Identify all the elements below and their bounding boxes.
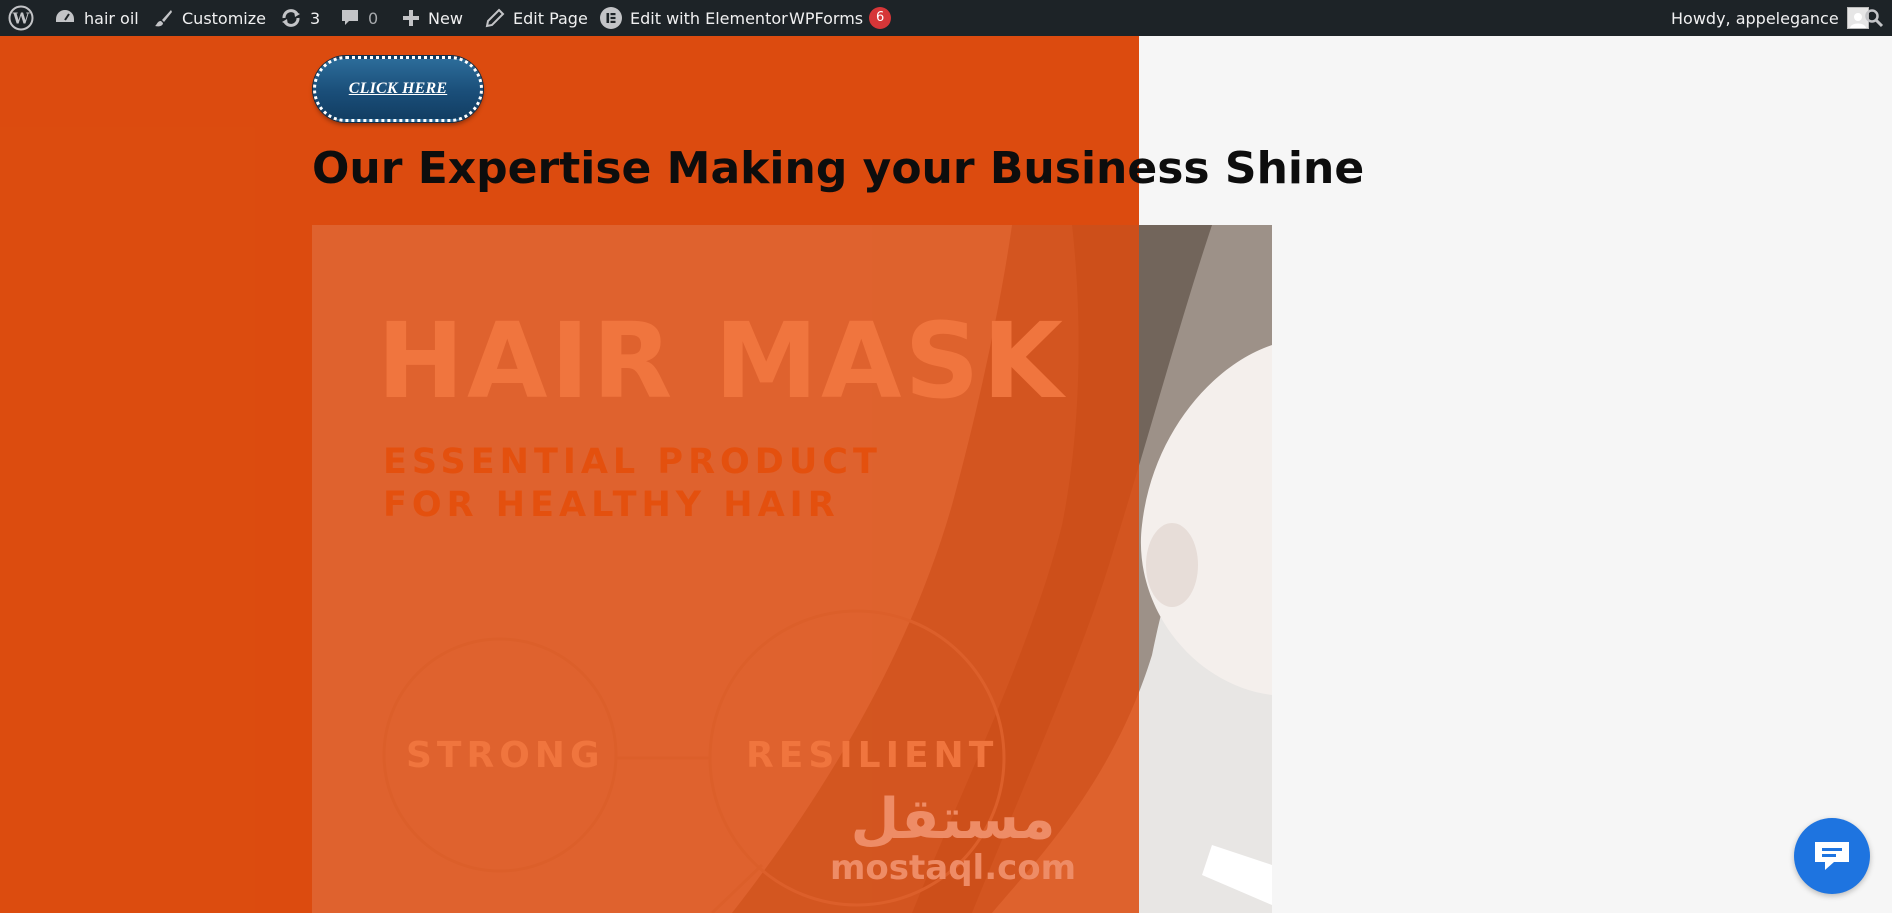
mostaql-watermark: مستقل mostaql.com <box>830 787 1077 888</box>
elementor-label: Edit with Elementor <box>630 8 788 28</box>
edit-with-elementor-link[interactable]: Edit with Elementor <box>600 0 788 36</box>
elementor-icon <box>600 7 622 29</box>
click-here-button[interactable]: CLICK HERE <box>313 56 483 122</box>
wordpress-icon: W <box>8 5 34 31</box>
watermark-domain: mostaql.com <box>830 848 1077 888</box>
search-icon <box>1865 9 1884 28</box>
wordpress-logo-button[interactable]: W <box>8 0 34 36</box>
comments-count: 0 <box>368 8 379 28</box>
updates-count: 3 <box>310 8 321 28</box>
click-here-label: CLICK HERE <box>348 80 448 97</box>
site-name-label: hair oil <box>84 8 139 28</box>
circle-label-strong: STRONG <box>406 735 605 776</box>
customize-link[interactable]: Customize <box>154 0 266 36</box>
wp-admin-bar: W hair oil Customize 3 0 New Edit Page E… <box>0 0 1892 36</box>
pencil-icon <box>485 8 505 28</box>
updates-link[interactable]: 3 <box>280 0 320 36</box>
wpforms-notification-badge: 6 <box>869 7 892 29</box>
page-heading: Our Expertise Making your Business Shine <box>312 143 1365 194</box>
comment-icon <box>342 10 358 25</box>
plus-icon <box>403 10 419 26</box>
hair-mask-title: HAIR MASK <box>377 300 1066 422</box>
watermark-arabic: مستقل <box>850 787 1056 852</box>
edit-page-label: Edit Page <box>513 8 588 28</box>
my-account-link[interactable]: Howdy, appelegance <box>1671 0 1869 36</box>
chat-widget-button[interactable] <box>1794 818 1870 894</box>
wpforms-label: WPForms <box>789 8 864 28</box>
svg-text:W: W <box>12 10 31 28</box>
customize-label: Customize <box>182 8 266 28</box>
new-content-link[interactable]: New <box>402 0 463 36</box>
edit-page-link[interactable]: Edit Page <box>485 0 588 36</box>
comments-link[interactable]: 0 <box>340 0 378 36</box>
hair-mask-subtitle-2: FOR HEALTHY HAIR <box>383 485 840 525</box>
site-name-link[interactable]: hair oil <box>54 0 139 36</box>
dashboard-icon <box>56 10 74 22</box>
refresh-icon <box>282 9 300 27</box>
wpforms-link[interactable]: WPForms 6 <box>789 0 892 36</box>
chat-icon <box>1815 842 1849 870</box>
circle-label-resilient: RESILIENT <box>746 735 999 776</box>
hair-mask-subtitle-1: ESSENTIAL PRODUCT <box>383 442 882 482</box>
admin-search-button[interactable] <box>1864 0 1884 36</box>
new-label: New <box>428 8 463 28</box>
greeting-label: Howdy, appelegance <box>1671 8 1839 28</box>
paintbrush-icon <box>155 10 172 27</box>
